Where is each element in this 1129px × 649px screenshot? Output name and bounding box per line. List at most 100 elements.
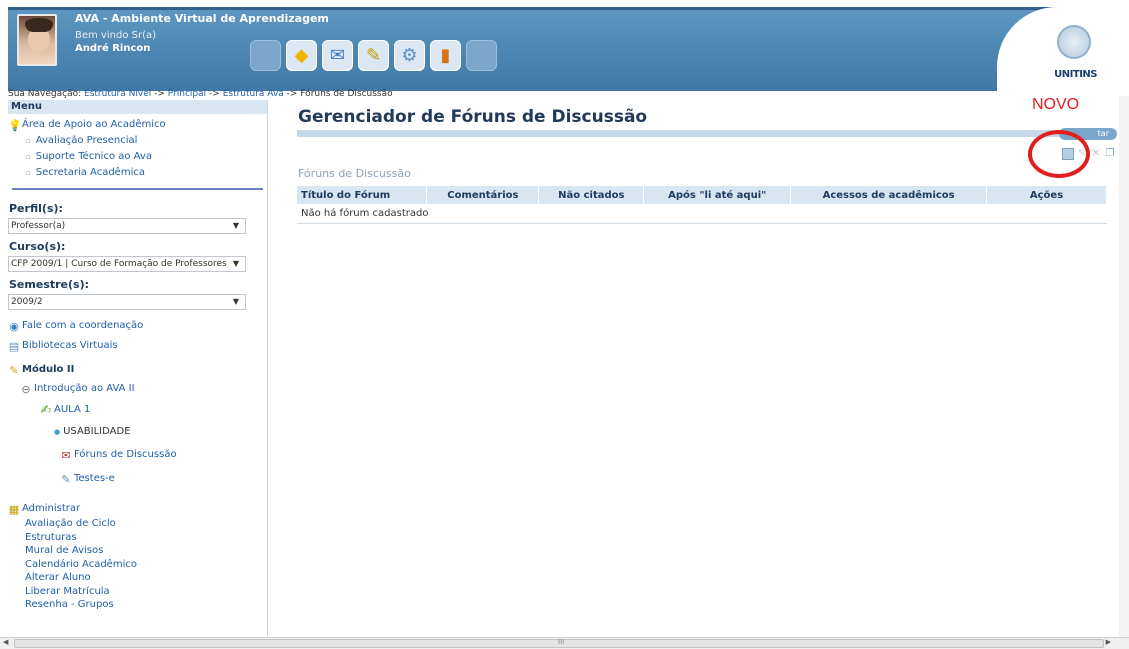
breadcrumb-separator: -> — [154, 89, 165, 99]
forum-actions: ✎ ✕ ❐ — [1062, 148, 1116, 160]
coordination-link[interactable]: ◉ Fale com a coordenação — [8, 316, 267, 336]
support-area-link[interactable]: 💡Área de Apoio ao Acadêmico — [8, 117, 267, 133]
libraries-label: Bibliotecas Virtuais — [22, 340, 118, 351]
aula-link[interactable]: ✍ AULA 1 — [8, 399, 267, 421]
welcome-text: Bem vindo Sr(a) — [75, 30, 157, 41]
bullet-icon: ▫ — [26, 137, 31, 145]
copy-icon[interactable]: ❐ — [1104, 148, 1116, 160]
globe-icon: ◉ — [9, 320, 19, 333]
breadcrumb-separator: -> — [286, 89, 298, 99]
document-edit-icon: ✍ — [40, 403, 52, 418]
support-item-link[interactable]: ▫ Avaliação Presencial — [8, 133, 267, 149]
username: André Rincon — [75, 43, 151, 54]
usabilidade-item[interactable]: ● USABILIDADE — [8, 421, 267, 443]
diamond-icon[interactable]: ◆ — [286, 40, 317, 71]
module-title: Módulo II — [22, 364, 75, 375]
admin-item-link[interactable]: Estruturas — [8, 531, 267, 545]
page-title: Gerenciador de Fóruns de Discussão — [298, 107, 648, 127]
books-icon: ▤ — [8, 340, 20, 353]
admin-item-link[interactable]: Avaliação de Ciclo — [8, 517, 267, 531]
horizontal-scrollbar[interactable]: ◀ III ▶ — [0, 637, 1129, 649]
breadcrumb-link[interactable]: Estrutura Nível — [84, 89, 151, 99]
breadcrumb: Sua Navegação: Estrutura Nível -> Princi… — [8, 89, 393, 99]
header: AVA - Ambiente Virtual de Aprendizagem B… — [0, 0, 1129, 96]
column-header: Acessos de acadêmicos — [790, 186, 988, 204]
column-header: Título do Fórum — [297, 186, 428, 204]
dropdown-arrow-icon: ▼ — [232, 259, 239, 268]
breadcrumb-current: Fóruns de Discussão — [300, 89, 393, 99]
app-title: AVA - Ambiente Virtual de Aprendizagem — [75, 12, 329, 25]
forum-link[interactable]: ✉ Fóruns de Discussão — [8, 443, 267, 467]
menu-header: Menu — [8, 100, 267, 114]
tests-label: Testes-e — [74, 473, 115, 484]
admin-item-link[interactable]: Mural de Avisos — [8, 544, 267, 558]
admin-item-link[interactable]: Alterar Aluno — [8, 571, 267, 585]
column-header: Não citados — [538, 186, 645, 204]
breadcrumb-separator: -> — [209, 89, 220, 99]
semestre-select[interactable]: 2009/2 ▼ — [8, 294, 246, 310]
edit-icon[interactable]: ✎ — [1076, 148, 1088, 160]
admin-item-link[interactable]: Liberar Matrícula — [8, 585, 267, 599]
semestre-value: 2009/2 — [11, 297, 43, 307]
header-top-line — [8, 7, 1128, 10]
support-item-label: Avaliação Presencial — [35, 135, 138, 146]
breadcrumb-link[interactable]: Estrutura Ava — [223, 89, 284, 99]
toolbar-blank-button[interactable] — [466, 40, 497, 71]
toolbar-blank-button[interactable] — [250, 40, 281, 71]
book-icon[interactable]: ▮ — [430, 40, 461, 71]
lightbulb-icon: 💡 — [8, 119, 22, 132]
delete-icon[interactable]: ✕ — [1090, 148, 1102, 160]
curso-select[interactable]: CFP 2009/1 | Curso de Formação de Profes… — [8, 256, 246, 272]
module-title-row: ✎ Módulo II — [8, 361, 267, 379]
module-icon: ✎ — [9, 364, 19, 377]
dropdown-arrow-icon: ▼ — [232, 297, 239, 306]
admin-label: Administrar — [22, 503, 81, 514]
section-title: Fóruns de Discussão — [298, 167, 411, 180]
curso-label: Curso(s): — [9, 240, 66, 253]
support-item-link[interactable]: ▫ Suporte Técnico ao Ava — [8, 149, 267, 165]
breadcrumb-link[interactable]: Principal — [168, 89, 206, 99]
table-header-row: Título do Fórum Comentários Não citados … — [297, 186, 1107, 204]
column-header: Após "li até aqui" — [643, 186, 792, 204]
tests-link[interactable]: ✎ Testes-e — [8, 467, 267, 491]
intro-link[interactable]: ⊖ Introdução ao AVA II — [8, 379, 267, 399]
scroll-left-icon[interactable]: ◀ — [3, 638, 8, 646]
new-forum-icon[interactable] — [1062, 148, 1074, 160]
bullet-icon: ▫ — [26, 153, 31, 161]
forum-table: Título do Fórum Comentários Não citados … — [297, 186, 1107, 224]
sidebar-divider — [12, 188, 263, 190]
admin-link[interactable]: ▦ Administrar — [8, 501, 267, 517]
empty-message: Não há fórum cadastrado — [297, 204, 1107, 224]
avatar — [17, 14, 57, 66]
perfil-label: Perfil(s): — [9, 202, 63, 215]
title-bar — [297, 130, 1117, 137]
column-header: Comentários — [426, 186, 540, 204]
intro-label: Introdução ao AVA II — [34, 383, 135, 394]
forum-label: Fóruns de Discussão — [74, 449, 177, 460]
table-row: Não há fórum cadastrado — [297, 204, 1107, 224]
toolbar: ◆ ✉ ✎ ⚙ ▮ — [250, 40, 497, 71]
admin-icon: ▦ — [8, 503, 20, 516]
novo-annotation: NOVO — [1032, 96, 1080, 113]
support-item-label: Secretaria Acadêmica — [35, 167, 145, 178]
admin-item-link[interactable]: Calendário Acadêmico — [8, 558, 267, 572]
dot-icon: ● — [54, 428, 61, 436]
usabilidade-label: USABILIDADE — [63, 426, 131, 437]
test-icon: ✎ — [61, 473, 71, 486]
coordination-label: Fale com a coordenação — [22, 320, 144, 331]
support-area-label: Área de Apoio ao Acadêmico — [22, 119, 166, 130]
support-item-link[interactable]: ▫ Secretaria Acadêmica — [8, 165, 267, 181]
mail-icon[interactable]: ✉ — [322, 40, 353, 71]
admin-item-link[interactable]: Resenha - Grupos — [8, 598, 267, 612]
scroll-right-icon[interactable]: ▶ — [1106, 638, 1111, 646]
scroll-grip: III — [558, 638, 565, 646]
dropdown-arrow-icon: ▼ — [232, 221, 239, 230]
gear-icon[interactable]: ⚙ — [394, 40, 425, 71]
curso-value: CFP 2009/1 | Curso de Formação de Profes… — [11, 259, 227, 269]
tools-icon[interactable]: ✎ — [358, 40, 389, 71]
logo-text: UNITINS — [1054, 69, 1097, 80]
logo-emblem-icon — [1057, 25, 1091, 59]
perfil-select[interactable]: Professor(a) ▼ — [8, 218, 246, 234]
libraries-link[interactable]: ▤ Bibliotecas Virtuais — [8, 336, 267, 356]
vertical-scrollbar[interactable] — [1119, 96, 1129, 637]
